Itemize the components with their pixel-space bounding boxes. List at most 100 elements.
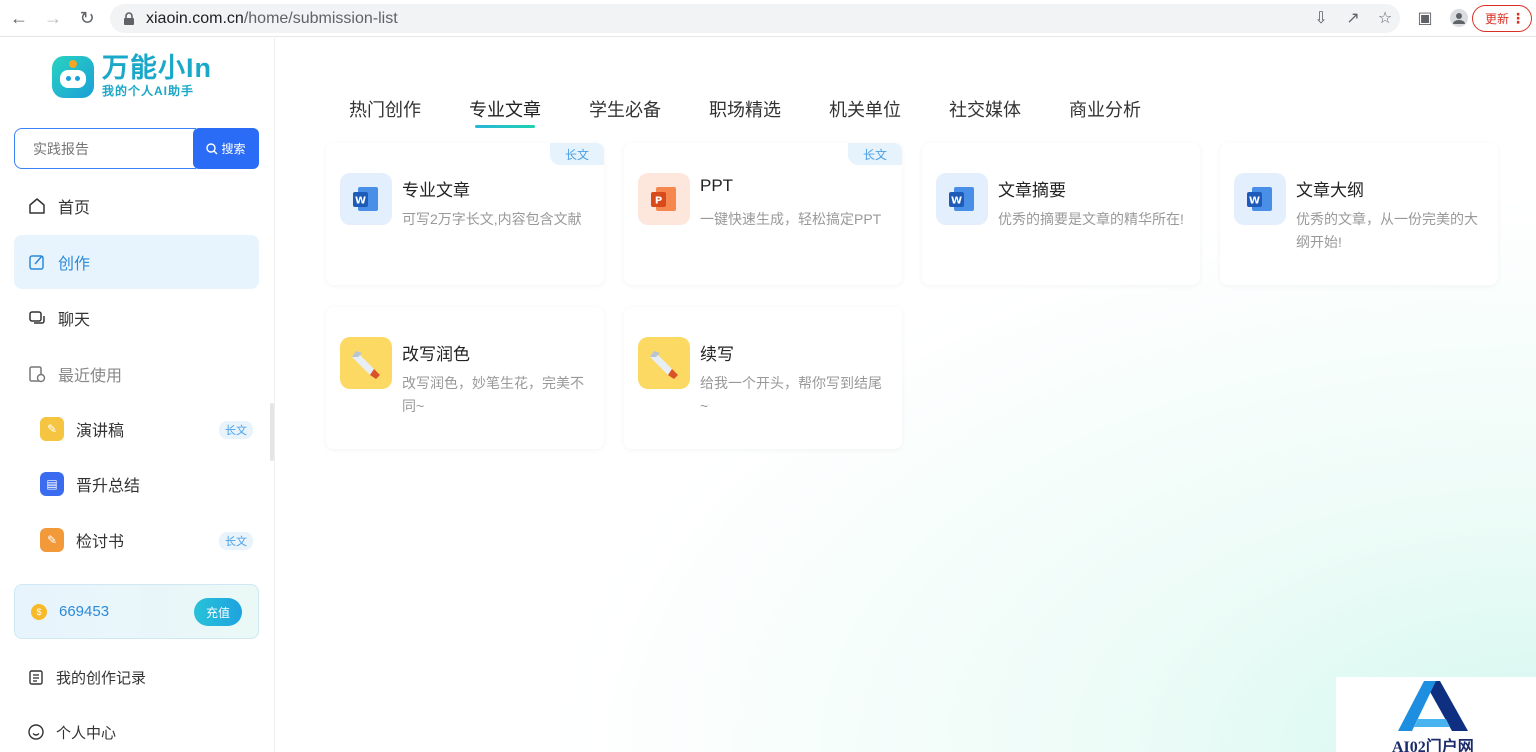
watermark: AI02门户网 [1336,677,1536,752]
sidebar-item-label: 最近使用 [58,368,123,385]
forward-icon[interactable]: → [38,3,68,33]
share-icon[interactable]: ↗ [1342,7,1364,29]
card-description: 优秀的摘要是文章的精华所在! [998,211,1184,227]
card-title: 文章摘要 [998,181,1066,200]
logo-title: 万能小In [102,53,212,83]
long-text-badge: 长文 [219,532,253,550]
document-icon: ▤ [40,472,64,496]
microphone-icon: ✎ [40,417,64,441]
coin-value: 669453 [59,603,110,620]
card-title: 改写润色 [402,345,470,364]
logo-subtitle: 我的个人AI助手 [102,84,195,98]
clipboard-icon [29,670,43,685]
card-description: 改写润色，妙笔生花，完美不同~ [402,375,584,414]
tab-workplace[interactable]: 职场精选 [709,96,781,126]
home-icon [29,198,45,214]
recent-item[interactable]: ✎ 检讨书 长文 [40,525,255,555]
search-button-label: 搜索 [221,142,246,156]
tab-professional[interactable]: 专业文章 [469,96,541,128]
pen-icon [340,337,392,389]
search-input[interactable] [14,128,196,169]
svg-text:W: W [355,196,366,207]
chat-icon [29,311,45,324]
long-text-badge: 长文 [848,143,902,165]
card-title: 文章大纲 [1296,181,1364,200]
sidebar-item-label: 首页 [58,200,91,217]
category-tabs: 热门创作 专业文章 学生必备 职场精选 机关单位 社交媒体 商业分析 [349,96,1189,128]
word-icon: W [936,173,988,225]
word-icon: W [340,173,392,225]
card-professional-article[interactable]: 长文 W 专业文章 可写2万字长文,内容包含文献 [326,143,604,285]
main-content: 热门创作 专业文章 学生必备 职场精选 机关单位 社交媒体 商业分析 长文 W … [276,38,1536,752]
address-bar[interactable]: xiaoin.com.cn/home/submission-list [110,4,1400,33]
long-text-badge: 长文 [219,421,253,439]
card-description: 给我一个开头，帮你写到结尾~ [700,375,882,414]
search-icon [206,142,218,154]
back-icon[interactable]: ← [4,3,34,33]
url-host: xiaoin.com.cn [146,9,244,27]
card-description: 一键快速生成，轻松搞定PPT [700,211,882,227]
recent-item[interactable]: ✎ 演讲稿 长文 [40,414,255,444]
watermark-logo-icon [1398,681,1468,731]
recent-item-label: 演讲稿 [76,423,125,440]
sidebar-item-recent[interactable]: 最近使用 [14,347,259,401]
star-icon[interactable]: ☆ [1374,7,1396,29]
tab-business[interactable]: 商业分析 [1069,96,1141,126]
recent-item-label: 检讨书 [76,534,125,551]
browser-action-icons: ⇩ ↗ ☆ ▣ [1310,7,1470,29]
lock-icon [124,11,134,25]
recent-icon [29,366,46,383]
sidepanel-icon[interactable]: ▣ [1414,7,1436,29]
sidebar-item-label: 我的创作记录 [56,669,147,687]
search-box: 搜索 [14,128,259,169]
sidebar-item-profile[interactable]: 个人中心 [14,705,259,752]
card-title: PPT [700,176,734,195]
robot-logo-icon [52,55,94,98]
browser-toolbar: ← → ↻ xiaoin.com.cn/home/submission-list… [0,0,1536,37]
url-path: /home/submission-list [243,9,398,27]
sidebar-item-records[interactable]: 我的创作记录 [14,650,259,704]
search-button[interactable]: 搜索 [193,128,259,169]
card-title: 专业文章 [402,181,470,200]
notebook-icon: ✎ [40,528,64,552]
tab-government[interactable]: 机关单位 [829,96,901,126]
profile-icon[interactable] [1448,7,1470,29]
reload-icon[interactable]: ↻ [72,3,102,33]
coin-icon: $ [31,603,47,620]
sidebar-item-label: 个人中心 [56,724,117,742]
long-text-badge: 长文 [550,143,604,165]
sidebar-scrollbar[interactable] [270,403,274,461]
svg-text:W: W [951,196,962,207]
svg-text:P: P [655,196,662,207]
sidebar: 万能小In 我的个人AI助手 搜索 首页 创作 聊天 最近使用 ✎ 演讲稿 长文… [0,38,275,752]
card-description: 优秀的文章，从一份完美的大纲开始! [1296,211,1478,250]
watermark-text: AI02门户网 [1392,739,1474,752]
card-description: 可写2万字长文,内容包含文献 [402,211,582,227]
coin-balance: $ 669453 充值 [14,584,259,639]
sidebar-item-label: 创作 [58,256,91,273]
card-article-outline[interactable]: W 文章大纲 优秀的文章，从一份完美的大纲开始! [1220,143,1498,285]
tab-student[interactable]: 学生必备 [589,96,661,126]
update-label: 更新 [1485,12,1510,26]
more-menu-icon[interactable]: ⋮ [1511,10,1525,27]
card-ppt[interactable]: 长文 P PPT 一键快速生成，轻松搞定PPT [624,143,902,285]
install-icon[interactable]: ⇩ [1310,7,1332,29]
recent-item[interactable]: ▤ 晋升总结 [40,469,255,499]
ppt-icon: P [638,173,690,225]
edit-icon [29,255,44,270]
smile-icon [28,724,44,740]
card-title: 续写 [700,345,734,364]
sidebar-item-home[interactable]: 首页 [14,179,259,233]
card-rewrite-polish[interactable]: 改写润色 改写润色，妙笔生花，完美不同~ [326,307,604,449]
tab-social-media[interactable]: 社交媒体 [949,96,1021,126]
sidebar-item-chat[interactable]: 聊天 [14,291,259,345]
update-button[interactable]: 更新 ⋮ [1472,5,1532,32]
sidebar-item-label: 聊天 [58,312,91,329]
svg-text:W: W [1249,196,1260,207]
sidebar-item-create[interactable]: 创作 [14,235,259,289]
tab-hot[interactable]: 热门创作 [349,96,421,126]
app-logo[interactable]: 万能小In 我的个人AI助手 [52,54,212,99]
card-article-summary[interactable]: W 文章摘要 优秀的摘要是文章的精华所在! [922,143,1200,285]
recharge-button[interactable]: 充值 [194,598,242,626]
card-continue-writing[interactable]: 续写 给我一个开头，帮你写到结尾~ [624,307,902,449]
